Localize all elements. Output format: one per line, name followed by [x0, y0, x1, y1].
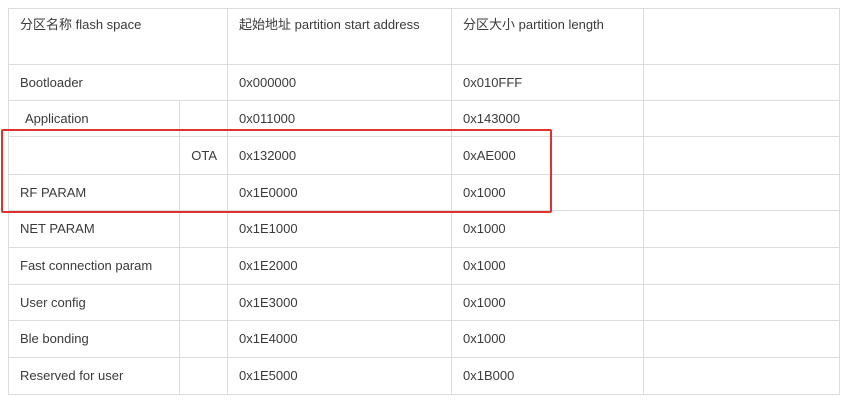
cell-length: 0x1000	[451, 210, 644, 248]
cell-sub: OTA	[179, 136, 228, 175]
cell-length: 0x1000	[451, 247, 644, 285]
table-row: User config 0x1E3000 0x1000	[8, 284, 840, 321]
cell-start: 0x000000	[227, 64, 452, 101]
cell-sub	[179, 357, 228, 395]
cell-sub	[179, 247, 228, 285]
cell-length: 0x1B000	[451, 357, 644, 395]
header-flash-space: 分区名称 flash space	[8, 8, 228, 65]
cell-name: Application	[8, 100, 180, 137]
cell-name: Bootloader	[8, 64, 228, 101]
header-start-address: 起始地址 partition start address	[227, 8, 452, 65]
cell-length: 0x1000	[451, 284, 644, 321]
cell-name: Reserved for user	[8, 357, 180, 395]
table-row: Fast connection param 0x1E2000 0x1000	[8, 247, 840, 285]
cell-start: 0x1E5000	[227, 357, 452, 395]
flash-partition-table: 分区名称 flash space 起始地址 partition start ad…	[8, 8, 840, 395]
cell-extra	[643, 174, 840, 211]
cell-name: Ble bonding	[8, 320, 180, 358]
cell-sub	[179, 210, 228, 248]
cell-name	[8, 136, 180, 175]
table-row: Ble bonding 0x1E4000 0x1000	[8, 320, 840, 358]
cell-start: 0x1E4000	[227, 320, 452, 358]
table-row: NET PARAM 0x1E1000 0x1000	[8, 210, 840, 248]
cell-sub	[179, 284, 228, 321]
table-row: RF PARAM 0x1E0000 0x1000	[8, 174, 840, 211]
table-row: Bootloader 0x000000 0x010FFF	[8, 64, 840, 101]
cell-extra	[643, 210, 840, 248]
cell-sub	[179, 320, 228, 358]
cell-length: 0x010FFF	[451, 64, 644, 101]
cell-sub	[179, 174, 228, 211]
cell-start: 0x1E1000	[227, 210, 452, 248]
cell-name: NET PARAM	[8, 210, 180, 248]
cell-length: 0x1000	[451, 320, 644, 358]
header-partition-length: 分区大小 partition length	[451, 8, 644, 65]
cell-extra	[643, 284, 840, 321]
cell-sub	[179, 100, 228, 137]
table-row: OTA 0x132000 0xAE000	[8, 136, 840, 175]
cell-name: User config	[8, 284, 180, 321]
cell-extra	[643, 247, 840, 285]
cell-extra	[643, 136, 840, 175]
table-row: Reserved for user 0x1E5000 0x1B000	[8, 357, 840, 395]
cell-start: 0x1E0000	[227, 174, 452, 211]
cell-extra	[643, 320, 840, 358]
header-extra	[643, 8, 840, 65]
table-header-row: 分区名称 flash space 起始地址 partition start ad…	[8, 8, 840, 65]
cell-start: 0x1E3000	[227, 284, 452, 321]
cell-length: 0xAE000	[451, 136, 644, 175]
cell-length: 0x1000	[451, 174, 644, 211]
cell-name: Fast connection param	[8, 247, 180, 285]
cell-extra	[643, 100, 840, 137]
cell-start: 0x1E2000	[227, 247, 452, 285]
cell-extra	[643, 357, 840, 395]
cell-extra	[643, 64, 840, 101]
cell-start: 0x011000	[227, 100, 452, 137]
cell-length: 0x143000	[451, 100, 644, 137]
table-row: Application 0x011000 0x143000	[8, 100, 840, 137]
cell-start: 0x132000	[227, 136, 452, 175]
cell-name: RF PARAM	[8, 174, 180, 211]
